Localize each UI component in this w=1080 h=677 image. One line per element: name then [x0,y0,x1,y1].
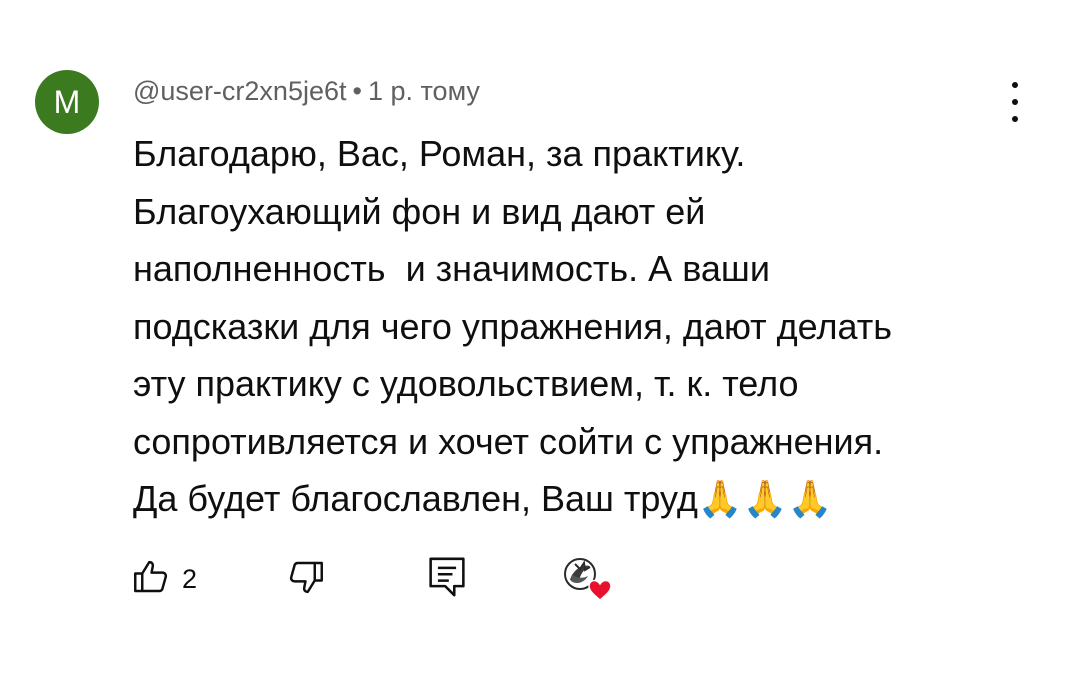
creator-heart-icon [560,552,616,607]
comment-line: Да будет благославлен, Ваш труд🙏🙏🙏 [133,478,833,519]
more-vert-icon-dot [1012,116,1018,122]
comment-line: сопротивляется и хочет сойти с упражнени… [133,420,884,462]
reply-comment-icon [427,555,467,604]
comment-line: подсказки для чего упражнения, дают дела… [133,305,892,347]
more-vert-icon [1012,82,1018,88]
timestamp[interactable]: 1 р. тому [368,76,480,106]
like-button[interactable]: 2 [130,555,197,603]
comment-line: Благодарю, Вас, Роман, за практику. [133,133,746,174]
creator-heart[interactable] [560,555,616,603]
comment-line: наполненность и значимость. А ваши [133,248,770,289]
more-options-button[interactable] [1000,82,1030,122]
meta-separator: • [352,76,362,106]
username[interactable]: @user-cr2xn5je6t [133,76,347,106]
comment-line: эту практику с удовольствием, т. к. тело [133,363,799,404]
comment-text: Благодарю, Вас, Роман, за практику. Благ… [133,125,1033,528]
comment-meta: @user-cr2xn5je6t • 1 р. тому [133,76,480,107]
dislike-button[interactable] [285,555,327,603]
like-count: 2 [182,563,198,594]
comment-card: M @user-cr2xn5je6t • 1 р. тому Благодарю, … [0,0,1080,677]
more-vert-icon-dot [1012,99,1018,105]
comment-actions: 2 [130,555,630,605]
avatar[interactable]: M [35,70,99,134]
thumb-up-icon [130,556,172,603]
comment-line: Благоухающий фон и вид дают ей [133,190,706,232]
thumb-down-icon [285,556,327,603]
reply-button[interactable] [427,555,467,603]
